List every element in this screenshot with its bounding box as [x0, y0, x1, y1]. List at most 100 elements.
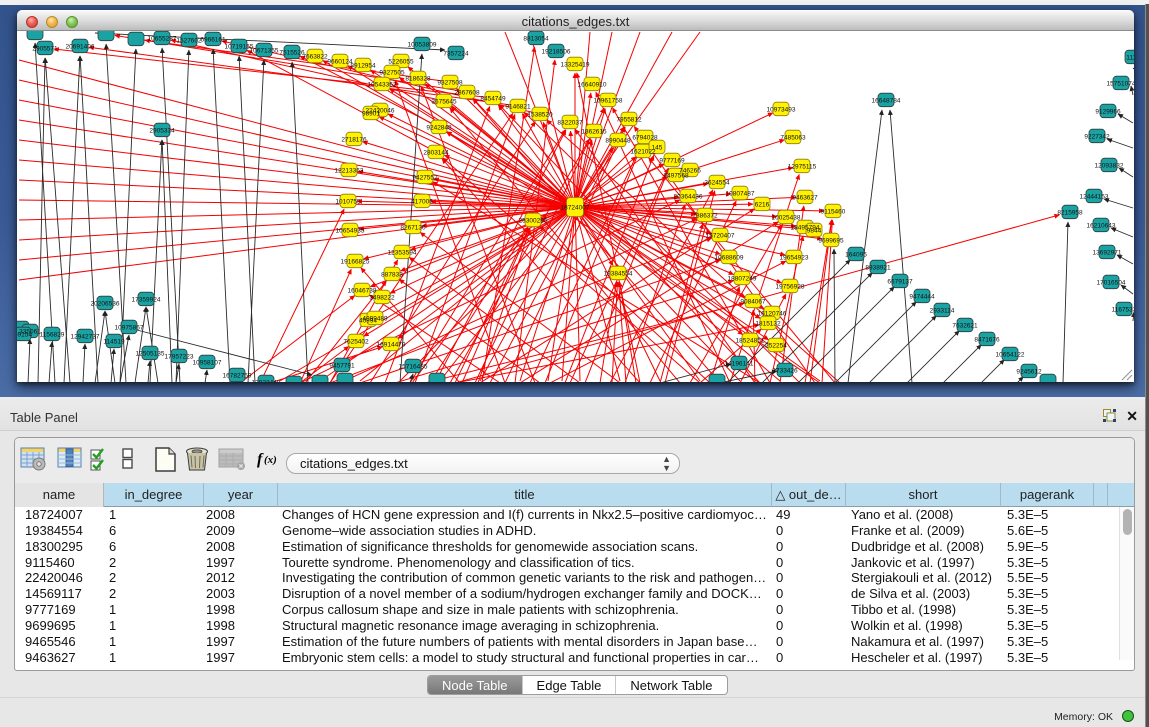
svg-text:17957223: 17957223 [165, 354, 194, 361]
svg-text:9242848: 9242848 [426, 125, 452, 132]
svg-text:1815132: 1815132 [755, 321, 781, 328]
svg-text:3675645: 3675645 [431, 99, 457, 106]
svg-text:15716485: 15716485 [399, 364, 428, 371]
svg-text:25300295: 25300295 [519, 218, 548, 225]
svg-text:9463627: 9463627 [792, 195, 818, 202]
svg-text:19654923: 19654923 [780, 255, 809, 262]
svg-text:39154: 39154 [17, 332, 32, 339]
svg-text:2933114: 2933114 [930, 308, 955, 315]
svg-text:20364436: 20364436 [674, 194, 703, 201]
svg-text:19218506: 19218506 [542, 49, 571, 56]
svg-text:16914479: 16914479 [377, 342, 406, 349]
svg-text:746266: 746266 [679, 168, 701, 175]
svg-text:20691406: 20691406 [66, 44, 95, 51]
svg-text:12093832: 12093832 [1095, 163, 1124, 170]
svg-text:17016504: 17016504 [1097, 280, 1126, 287]
svg-text:1527602: 1527602 [176, 38, 202, 45]
svg-text:9777169: 9777169 [659, 158, 685, 165]
svg-text:8186328: 8186328 [405, 76, 431, 83]
svg-text:2803144: 2803144 [423, 150, 449, 157]
svg-text:19384554: 19384554 [604, 271, 633, 278]
svg-text:7485063: 7485063 [780, 135, 806, 142]
svg-text:16120746: 16120746 [758, 311, 787, 318]
svg-text:8267130: 8267130 [400, 225, 426, 232]
svg-text:1362615: 1362615 [581, 129, 607, 136]
svg-text:2718176: 2718176 [341, 137, 367, 144]
svg-text:12353594: 12353594 [388, 250, 417, 257]
svg-text:13692971: 13692971 [1093, 250, 1122, 257]
svg-text:16782759: 16782759 [223, 373, 252, 380]
svg-text:9427552: 9427552 [412, 175, 438, 182]
svg-text:9115460: 9115460 [821, 209, 846, 216]
svg-text:252254: 252254 [765, 343, 787, 350]
svg-text:3498222: 3498222 [369, 295, 395, 302]
svg-text:8215958: 8215958 [1057, 210, 1083, 217]
svg-text:13325419: 13325419 [561, 62, 590, 69]
svg-text:1112: 1112 [1126, 55, 1134, 62]
svg-text:10807487: 10807487 [726, 191, 755, 198]
svg-text:10671355: 10671355 [250, 48, 279, 55]
svg-text:18807249: 18807249 [728, 276, 757, 283]
svg-text:9457791: 9457791 [329, 363, 355, 370]
svg-text:10961758: 10961758 [594, 98, 623, 105]
svg-text:8938921: 8938921 [865, 265, 891, 272]
svg-text:12942737: 12942737 [71, 334, 100, 341]
svg-text:16210643: 16210643 [1087, 223, 1116, 230]
svg-text:7625402: 7625402 [343, 339, 369, 346]
svg-text:18724007: 18724007 [561, 205, 590, 212]
svg-text:2905334: 2905334 [149, 128, 175, 135]
svg-text:12213363: 12213363 [335, 168, 364, 175]
svg-text:9474444: 9474444 [909, 294, 935, 301]
svg-text:10958107: 10958107 [193, 360, 222, 367]
svg-text:6216: 6216 [755, 202, 770, 209]
svg-text:5226055: 5226055 [388, 59, 414, 66]
svg-text:6679137: 6679137 [887, 279, 913, 286]
svg-text:f: f [257, 451, 264, 468]
svg-text:9245612: 9245612 [1016, 369, 1042, 376]
svg-text:417006: 417006 [411, 199, 433, 206]
svg-text:98901: 98901 [362, 111, 380, 118]
svg-text:8990448: 8990448 [605, 138, 631, 145]
svg-text:1538520: 1538520 [527, 112, 553, 119]
svg-text:1167533: 1167533 [1112, 307, 1134, 314]
svg-text:15751074: 15751074 [1107, 81, 1134, 88]
svg-text:4099489: 4099489 [362, 316, 388, 323]
svg-text:10973493: 10973493 [767, 107, 796, 114]
svg-text:7357224: 7357224 [443, 51, 469, 58]
svg-text:16046738: 16046738 [348, 288, 377, 295]
svg-text:7515526: 7515526 [279, 50, 305, 57]
svg-text:15720407: 15720407 [706, 233, 735, 240]
svg-text:2905571: 2905571 [32, 46, 58, 53]
svg-text:6966161: 6966161 [200, 37, 226, 44]
svg-text:9146821: 9146821 [505, 104, 531, 111]
svg-text:12923448: 12923448 [252, 380, 281, 383]
svg-text:19166825: 19166825 [341, 259, 370, 266]
svg-text:10654935: 10654935 [336, 228, 365, 235]
svg-text:16648784: 16648784 [872, 98, 901, 105]
svg-text:10053809: 10053809 [408, 42, 437, 49]
svg-text:9327505: 9327505 [379, 70, 405, 77]
svg-text:12975115: 12975115 [788, 164, 817, 171]
svg-text:8813054: 8813054 [523, 36, 549, 43]
svg-text:9129966: 9129966 [1095, 109, 1121, 116]
svg-text:(x): (x) [264, 454, 277, 466]
svg-text:9327508: 9327508 [437, 80, 463, 87]
svg-text:8912954: 8912954 [350, 63, 376, 70]
svg-text:10655287: 10655287 [148, 36, 177, 43]
svg-text:8471676: 8471676 [974, 337, 1000, 344]
svg-text:8454749: 8454749 [480, 96, 506, 103]
svg-text:9699695: 9699695 [818, 238, 844, 245]
svg-text:10654122: 10654122 [996, 352, 1025, 359]
svg-text:12444153: 12444153 [1080, 194, 1109, 201]
svg-text:7955812: 7955812 [616, 117, 642, 124]
svg-text:7386372: 7386372 [692, 213, 718, 220]
svg-text:6794028: 6794028 [632, 135, 658, 142]
svg-text:17359924: 17359924 [132, 297, 161, 304]
svg-text:9227342: 9227342 [1084, 134, 1110, 141]
svg-text:19756928: 19756928 [776, 284, 805, 291]
svg-text:1010755: 1010755 [335, 199, 361, 206]
svg-text:20206536: 20206536 [91, 301, 120, 308]
svg-text:3624554: 3624554 [704, 180, 730, 187]
svg-text:9844: 9844 [807, 228, 822, 235]
svg-text:887833: 887833 [381, 272, 403, 279]
